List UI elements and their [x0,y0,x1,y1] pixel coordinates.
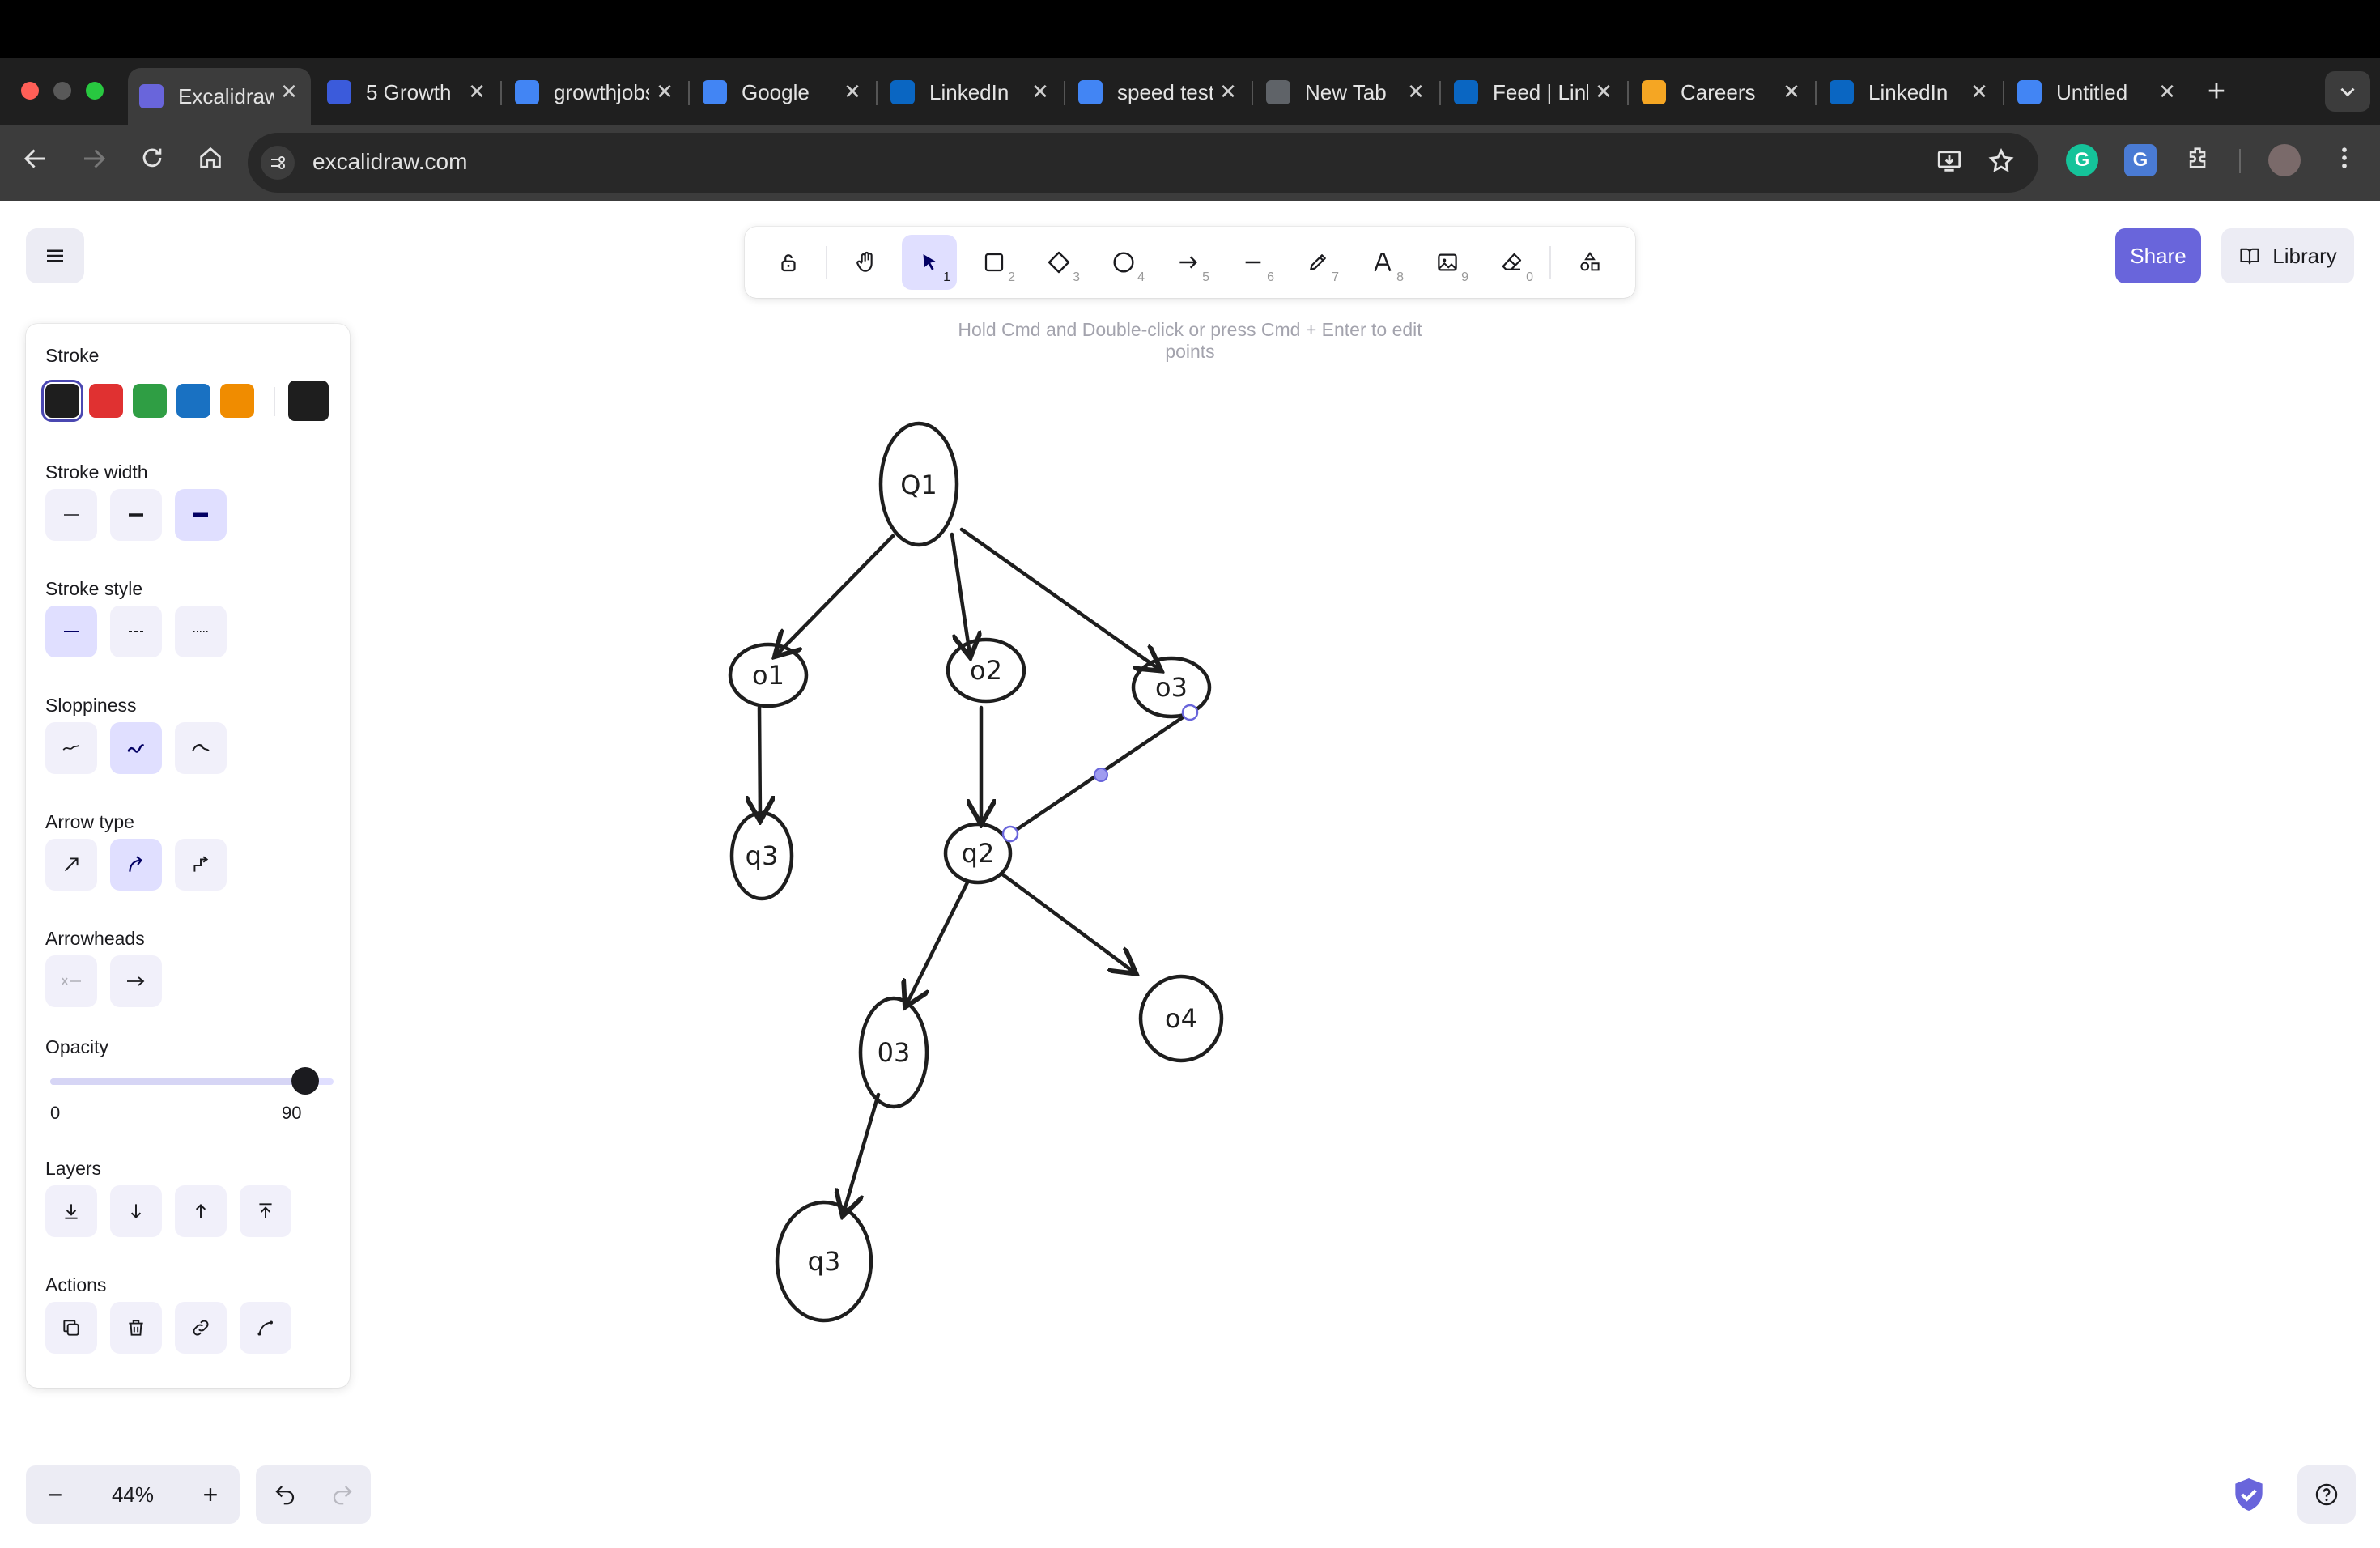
arrow-handle-midpoint[interactable] [1094,768,1108,782]
zoom-reset-button[interactable]: 44% [84,1465,181,1524]
arrow-handle-end[interactable] [1181,704,1199,721]
help-icon [2315,1483,2338,1506]
node-label: o4 [1165,1003,1197,1034]
zoom-in-button[interactable]: + [181,1465,240,1524]
undo-icon [274,1486,294,1505]
undo-redo-controls [256,1465,371,1524]
redo-button[interactable] [313,1465,371,1524]
diagram[interactable]: Q1 o1 o2 o3 q3 q2 03 o4 q3 [0,0,2380,1548]
arrow-handle-start[interactable] [1001,825,1019,843]
node-label: q3 [808,1246,841,1277]
node-label: Q1 [900,470,937,500]
edge-Q1-o2[interactable] [950,532,970,654]
encryption-shield-icon[interactable] [2233,1477,2265,1512]
edge-q2-03[interactable] [907,880,970,1004]
help-button[interactable] [2297,1465,2356,1524]
node-label: o1 [752,660,784,691]
undo-button[interactable] [256,1465,313,1524]
zoom-out-button[interactable]: − [26,1465,84,1524]
zoom-controls: − 44% + [26,1465,240,1524]
node-label: q3 [746,840,779,871]
edge-03-q3[interactable] [844,1092,881,1213]
redo-icon [333,1486,352,1505]
node-label: q2 [962,838,995,869]
node-label: 03 [878,1037,911,1068]
edge-q2-o4[interactable] [999,871,1133,972]
edge-Q1-o3[interactable] [959,527,1158,669]
node-label: o3 [1155,672,1188,703]
edge-Q1-o1[interactable] [777,534,895,654]
node-label: o2 [970,655,1002,686]
edge-o1-q3[interactable] [759,705,760,818]
